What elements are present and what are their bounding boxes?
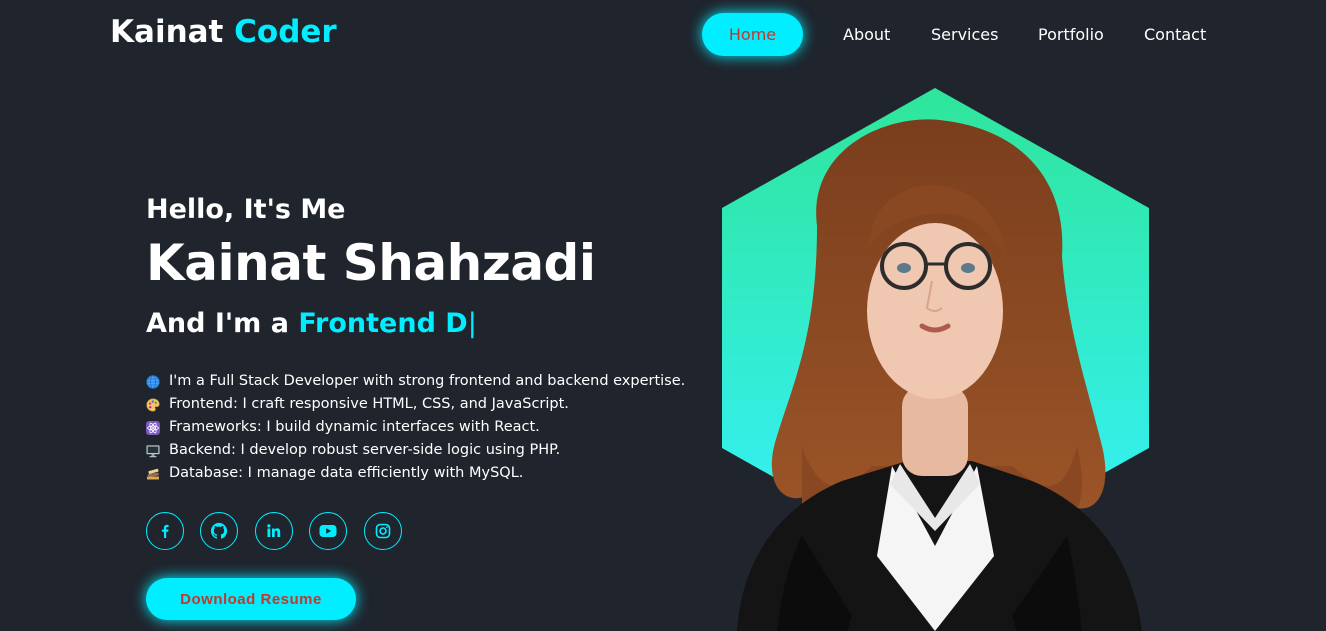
hero-name: Kainat Shahzadi [146,234,596,292]
books-icon [147,468,159,479]
facebook-link[interactable] [146,512,184,550]
hero-role: And I'm a Frontend D| [146,308,477,339]
bio-text: Backend: I develop robust server-side lo… [169,442,561,458]
download-resume-button[interactable]: Download Resume [146,578,356,620]
bio-text: I'm a Full Stack Developer with strong f… [169,373,686,389]
bio-list: I'm a Full Stack Developer with strong f… [146,370,726,485]
linkedin-link[interactable] [255,512,293,550]
instagram-icon [375,523,391,539]
desktop-computer-icon [146,444,160,457]
github-link[interactable] [200,512,238,550]
nav-link-about[interactable]: About [843,13,890,56]
facebook-icon [162,524,169,538]
instagram-link[interactable] [364,512,402,550]
bio-text: Database: I manage data efficiently with… [169,465,524,481]
profile-photo [722,88,1149,631]
youtube-link[interactable] [309,512,347,550]
palette-icon [146,397,160,412]
logo-accent: Coder [234,14,337,50]
react-atom-icon [146,420,160,435]
nav-link-services[interactable]: Services [931,13,998,56]
profile-image-area [722,86,1149,631]
role-prefix: And I'm a [146,308,289,339]
bio-item: Backend: I develop robust server-side lo… [146,439,726,462]
typing-cursor: | [467,308,477,339]
bio-text: Frameworks: I build dynamic interfaces w… [169,419,540,435]
social-links [146,512,406,550]
role-typed-text: Frontend D [298,308,468,339]
logo-main: Kainat [110,14,224,50]
bio-item: I'm a Full Stack Developer with strong f… [146,370,726,393]
hero-greeting: Hello, It's Me [146,194,346,225]
logo[interactable]: Kainat Coder [110,14,337,50]
nav-link-home[interactable]: Home [702,13,803,56]
github-icon [210,522,228,539]
navbar: Kainat Coder Home About Services Portfol… [0,0,1326,70]
bio-item: Frontend: I craft responsive HTML, CSS, … [146,393,726,416]
nav-link-contact[interactable]: Contact [1144,13,1206,56]
youtube-icon [319,525,337,537]
bio-item: Frameworks: I build dynamic interfaces w… [146,416,726,439]
globe-icon [146,374,160,389]
nav-link-portfolio[interactable]: Portfolio [1038,13,1104,56]
bio-item: Database: I manage data efficiently with… [146,462,726,485]
linkedin-icon [267,524,281,537]
bio-text: Frontend: I craft responsive HTML, CSS, … [169,396,569,412]
